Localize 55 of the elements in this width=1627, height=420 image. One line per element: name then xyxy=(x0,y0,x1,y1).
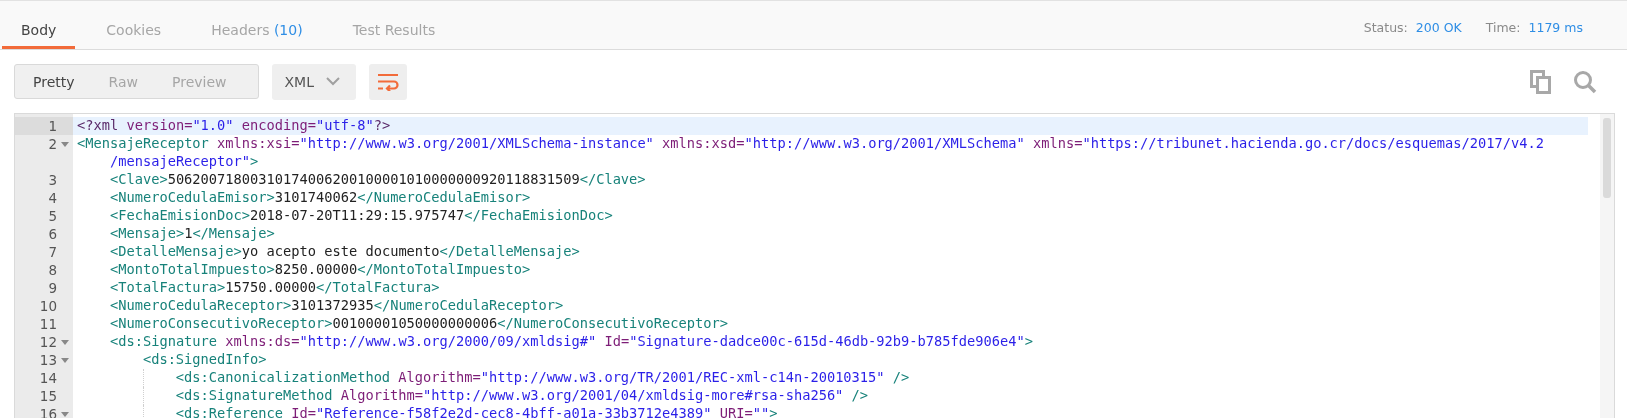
line-number: 13 xyxy=(39,352,57,368)
code-line: <Clave>50620071800310174006200100001010000000920118831509</Clave> xyxy=(109,171,646,189)
code-line: <DetalleMensaje>yo acepto este documento</DetalleMensaje> xyxy=(109,243,580,261)
search-icon[interactable] xyxy=(1573,69,1597,94)
line-number: 8 xyxy=(48,262,57,278)
code-line: <?xml version="1.0" encoding="utf-8"?> xyxy=(77,117,391,135)
fold-arrow-icon[interactable] xyxy=(61,357,69,363)
line-number: 5 xyxy=(48,208,57,224)
line-number: 9 xyxy=(48,280,57,296)
code-line: <NumeroCedulaEmisor>3101740062</NumeroCedulaEmisor> xyxy=(109,189,531,207)
line-number: 14 xyxy=(39,370,57,386)
tab[interactable]: Cookies xyxy=(87,22,181,49)
status-label: Status: xyxy=(1363,20,1408,35)
code-line: <NumeroConsecutivoReceptor>00100001050000000006</NumeroConsecutivoReceptor> xyxy=(109,315,728,333)
line-number: 4 xyxy=(48,190,57,206)
status-value: 1179 ms xyxy=(1528,20,1583,35)
line-number: 3 xyxy=(48,172,57,188)
line-number: 15 xyxy=(39,388,57,404)
code-line: <MensajeReceptor xmlns:xsi="http://www.w3.org/2001/XMLSchema-instance" xmlns:xsd="http://www.w3.org/2001/XMLSchema" xmlns="https://tribunet.hacienda.go.cr/docs/esquemas/2017/v4.2 xyxy=(77,135,1544,153)
scrollbar[interactable] xyxy=(1600,114,1614,418)
format-dropdown[interactable]: XML xyxy=(272,63,356,100)
line-number: 6 xyxy=(48,226,57,242)
fold-arrow-icon[interactable] xyxy=(61,339,69,345)
line-number: 10 xyxy=(39,298,57,314)
tab[interactable]: Body xyxy=(2,22,76,49)
code-line: /mensajeReceptor"> xyxy=(109,153,259,171)
code-editor[interactable] xyxy=(14,113,1615,418)
tab[interactable]: Headers (10) xyxy=(192,22,322,49)
code-line: <NumeroCedulaReceptor>3101372935</NumeroCedulaReceptor> xyxy=(109,297,564,315)
line-number: 7 xyxy=(48,244,57,260)
line-number: 12 xyxy=(39,334,57,350)
code-line: <ds:Signature xmlns:ds="http://www.w3.org/2000/09/xmldsig#" Id="Signature-dadce00c-615d-46db-92b9-b785fde906e4"> xyxy=(109,333,1033,351)
fold-arrow-icon[interactable] xyxy=(61,141,69,147)
code-line: <ds:SignatureMethod Algorithm="http://www.w3.org/2001/04/xmldsig-more#rsa-sha256" /> xyxy=(175,387,869,405)
view-mode-tab[interactable]: Raw xyxy=(98,65,148,98)
code-line: <Mensaje>1</Mensaje> xyxy=(109,225,275,243)
code-line: <ds:Reference Id="Reference-f58f2e2d-cec8-4bff-a01a-33b3712e4389" URI=""> xyxy=(175,405,778,418)
code-line: <MontoTotalImpuesto>8250.00000</MontoTotalImpuesto> xyxy=(109,261,531,279)
chevron-down-icon xyxy=(325,77,340,86)
status-value: 200 OK xyxy=(1415,20,1462,35)
wrap-icon xyxy=(376,72,399,91)
wrap-lines-button[interactable] xyxy=(368,63,407,100)
view-mode-tab[interactable]: Preview xyxy=(162,65,237,98)
code-line: <TotalFactura>15750.00000</TotalFactura> xyxy=(109,279,440,297)
status-label: Time: xyxy=(1485,20,1521,35)
line-number: 1 xyxy=(48,118,57,134)
code-line: <FechaEmisionDoc>2018-07-20T11:29:15.975747</FechaEmisionDoc> xyxy=(109,207,613,225)
line-number: 2 xyxy=(48,136,57,152)
code-line: <ds:CanonicalizationMethod Algorithm="http://www.w3.org/TR/2001/REC-xml-c14n-20010315" /> xyxy=(175,369,910,387)
code-line: <ds:SignedInfo> xyxy=(142,351,267,369)
line-number: 11 xyxy=(39,316,57,332)
copy-icon[interactable] xyxy=(1530,69,1552,94)
tab[interactable]: Test Results xyxy=(333,22,455,49)
view-mode-tab[interactable]: Pretty xyxy=(23,65,85,98)
fold-arrow-icon[interactable] xyxy=(61,411,69,417)
